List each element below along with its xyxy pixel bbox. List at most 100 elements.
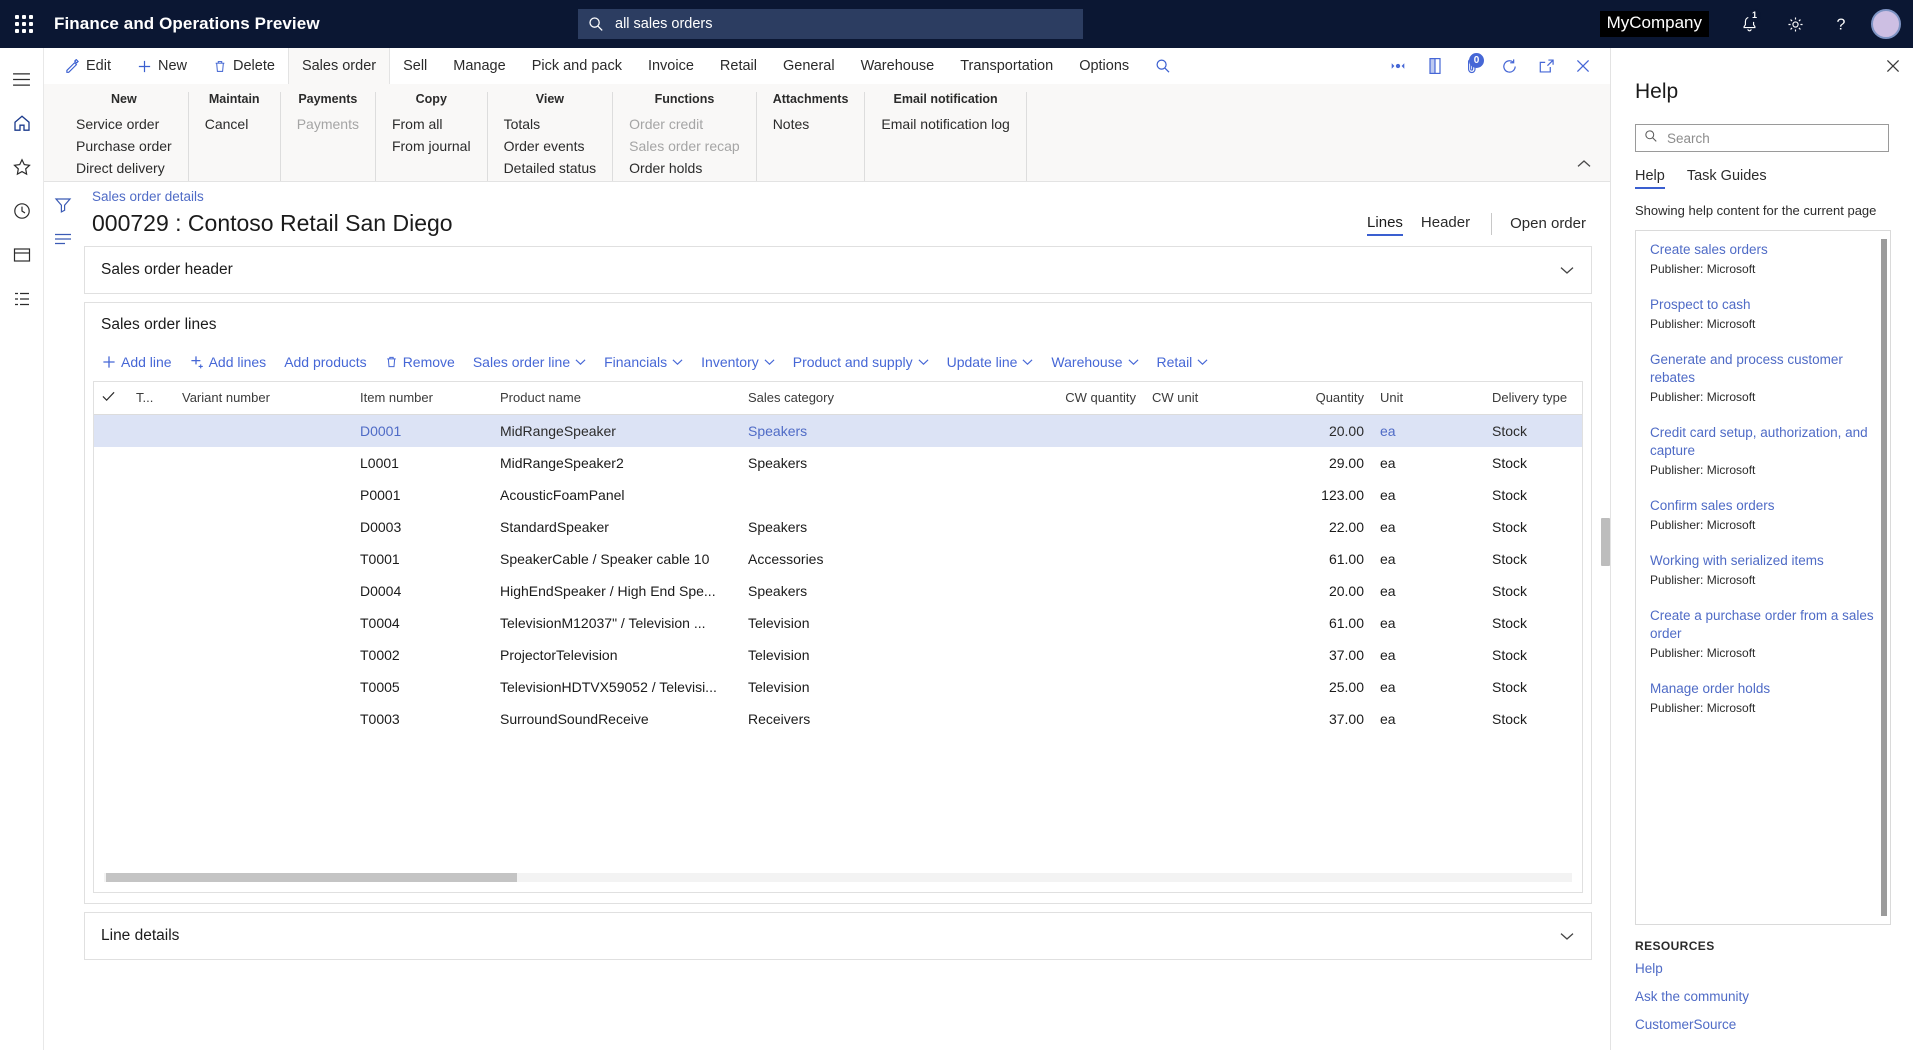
cell-item-number[interactable]: L0001 (352, 447, 492, 479)
new-button[interactable]: New (124, 48, 200, 84)
help-article-link[interactable]: Create sales orders (1650, 241, 1876, 259)
grid-horizontal-scrollbar[interactable] (104, 873, 1572, 882)
page-scrollbar-thumb[interactable] (1601, 518, 1610, 566)
cell-item-number[interactable]: T0004 (352, 607, 492, 639)
cell-item-number[interactable]: T0001 (352, 543, 492, 575)
edit-button[interactable]: Edit (52, 48, 124, 84)
help-tab-help[interactable]: Help (1635, 168, 1665, 189)
chevron-down-icon[interactable] (1559, 264, 1575, 276)
ribbon-item-order-holds[interactable]: Order holds (629, 159, 740, 177)
table-row[interactable]: D0001 MidRangeSpeaker Speakers 20.00 ea Stock (94, 414, 1582, 448)
sales-category-link[interactable]: Speakers (748, 455, 807, 471)
row-checkbox[interactable] (94, 447, 128, 479)
attachments-icon[interactable]: 0 (1455, 49, 1489, 83)
sales-category-link[interactable]: Accessories (748, 551, 823, 567)
resource-link-ask-the-community[interactable]: Ask the community (1635, 989, 1913, 1004)
help-question-icon[interactable]: ? (1819, 0, 1863, 48)
sidebar-item-home[interactable] (1, 102, 43, 144)
cell-unit[interactable]: ea (1372, 415, 1484, 448)
page-vertical-scrollbar[interactable] (1601, 48, 1610, 1050)
ribbon-item-purchase-order[interactable]: Purchase order (76, 137, 172, 155)
ribbon-search-icon[interactable] (1142, 48, 1184, 84)
cell-item-number[interactable]: T0002 (352, 639, 492, 671)
ribbon-item-from-all[interactable]: From all (392, 115, 471, 133)
remove-button[interactable]: Remove (376, 349, 464, 375)
sidebar-item-modules[interactable] (1, 278, 43, 320)
refresh-icon[interactable] (1492, 49, 1526, 83)
sales-category-link[interactable]: Speakers (748, 583, 807, 599)
ribbon-item-email-notification-log[interactable]: Email notification log (881, 115, 1009, 133)
sales-category-link[interactable]: Speakers (748, 519, 807, 535)
row-checkbox[interactable] (94, 415, 128, 448)
cell-quantity[interactable]: 25.00 (1266, 671, 1372, 703)
tab-sales-order[interactable]: Sales order (287, 48, 391, 84)
ribbon-item-cancel[interactable]: Cancel (205, 115, 264, 133)
column-header-quantity[interactable]: Quantity (1266, 382, 1372, 415)
help-scrollbar-thumb[interactable] (1881, 239, 1887, 916)
cell-quantity[interactable]: 123.00 (1266, 479, 1372, 511)
cell-item-number[interactable]: D0003 (352, 511, 492, 543)
column-header-unit[interactable]: Unit (1372, 382, 1484, 415)
row-checkbox[interactable] (94, 479, 128, 511)
add-products-button[interactable]: Add products (275, 349, 376, 375)
tab-manage[interactable]: Manage (440, 48, 518, 84)
cell-quantity[interactable]: 61.00 (1266, 607, 1372, 639)
table-row[interactable]: L0001 MidRangeSpeaker2 Speakers 29.00 ea Stoc… (94, 447, 1582, 479)
cell-unit[interactable]: ea (1372, 575, 1484, 607)
help-article-link[interactable]: Create a purchase order from a sales ord… (1650, 607, 1876, 643)
cell-sales-category[interactable]: Speakers (740, 575, 1040, 607)
sidebar-item-workspaces[interactable] (1, 234, 43, 276)
row-checkbox[interactable] (94, 543, 128, 575)
sidebar-item-favorites[interactable] (1, 146, 43, 188)
cell-sales-category[interactable]: Speakers (740, 447, 1040, 479)
column-header-cw-unit[interactable]: CW unit (1144, 382, 1266, 415)
cell-item-number[interactable]: D0001 (352, 415, 492, 448)
sales-category-link[interactable]: Speakers (748, 423, 807, 439)
column-header-delivery-type[interactable]: Delivery type (1484, 382, 1582, 415)
select-all-checkbox-header[interactable] (94, 382, 128, 415)
sidebar-item-recent[interactable] (1, 190, 43, 232)
table-row[interactable]: T0005 TelevisionHDTVX59052 / Televisi... T… (94, 671, 1582, 703)
column-header-product-name[interactable]: Product name (492, 382, 740, 415)
cell-sales-category[interactable]: Accessories (740, 543, 1040, 575)
close-page-icon[interactable] (1566, 49, 1600, 83)
cell-item-number[interactable]: T0003 (352, 703, 492, 735)
company-name-chip[interactable]: MyCompany (1599, 11, 1709, 37)
cell-quantity[interactable]: 20.00 (1266, 415, 1372, 448)
row-checkbox[interactable] (94, 703, 128, 735)
global-search-box[interactable] (578, 9, 1083, 39)
cell-unit[interactable]: ea (1372, 479, 1484, 511)
cell-unit[interactable]: ea (1372, 447, 1484, 479)
app-launcher-waffle-icon[interactable] (0, 0, 48, 48)
column-header-variant-number[interactable]: Variant number (174, 382, 352, 415)
help-article-link[interactable]: Generate and process customer rebates (1650, 351, 1876, 387)
sales-category-link[interactable]: Television (748, 615, 809, 631)
cell-sales-category[interactable]: Receivers (740, 703, 1040, 735)
tab-general[interactable]: General (770, 48, 848, 84)
close-icon[interactable] (1885, 58, 1901, 79)
tab-invoice[interactable]: Invoice (635, 48, 707, 84)
tab-warehouse[interactable]: Warehouse (848, 48, 948, 84)
cell-unit[interactable]: ea (1372, 703, 1484, 735)
settings-gear-icon[interactable] (1773, 0, 1817, 48)
table-row[interactable]: D0004 HighEndSpeaker / High End Spe... Spe… (94, 575, 1582, 607)
table-row[interactable]: P0001 AcousticFoamPanel 123.00 ea Stock (94, 479, 1582, 511)
resource-link-customersource[interactable]: CustomerSource (1635, 1017, 1913, 1032)
cell-unit[interactable]: ea (1372, 607, 1484, 639)
cell-unit[interactable]: ea (1372, 511, 1484, 543)
ribbon-item-order-events[interactable]: Order events (504, 137, 597, 155)
cell-item-number[interactable]: T0005 (352, 671, 492, 703)
cell-quantity[interactable]: 37.00 (1266, 639, 1372, 671)
table-row[interactable]: T0002 ProjectorTelevision Television 37.00 e… (94, 639, 1582, 671)
tab-lines[interactable]: Lines (1358, 211, 1412, 236)
global-search-input[interactable] (613, 15, 1073, 33)
hamburger-menu-icon[interactable] (1, 58, 43, 100)
cell-sales-category[interactable]: Speakers (740, 415, 1040, 448)
column-header-item-number[interactable]: Item number (352, 382, 492, 415)
table-row[interactable]: T0001 SpeakerCable / Speaker cable 10 Acce… (94, 543, 1582, 575)
column-header-type[interactable]: T... (128, 382, 174, 415)
tab-header[interactable]: Header (1412, 211, 1479, 236)
open-in-new-window-icon[interactable] (1529, 49, 1563, 83)
inventory-menu[interactable]: Inventory (692, 349, 784, 375)
cell-unit[interactable]: ea (1372, 639, 1484, 671)
